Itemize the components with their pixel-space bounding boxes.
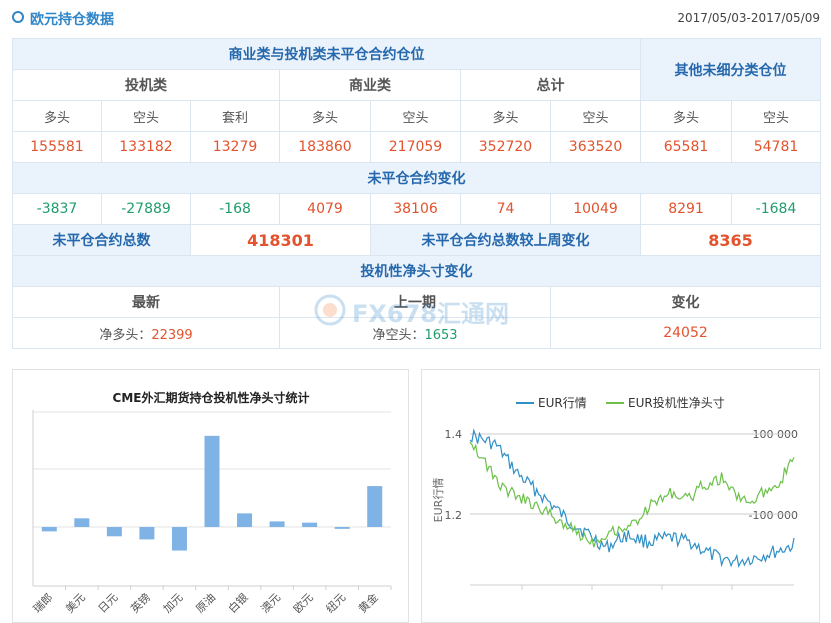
bar [204,435,220,527]
right-tick-label: -100 000 [749,509,798,522]
col-long: 多头 [12,100,102,132]
net-latest-cell: 净多头：22399 [12,317,280,349]
change-cell: -168 [190,193,280,225]
net-latest-value: 22399 [151,327,193,343]
other-title: 其他未细分类仓位 [640,38,822,101]
change-cell: -27889 [101,193,191,225]
legend-eur-label: EUR行情 [538,396,587,410]
x-tick-label: 白银 [225,590,250,615]
net-change-value: 24052 [549,317,822,349]
change-cell: 8291 [640,193,733,225]
bar [302,522,318,527]
x-tick-label: 澳元 [258,591,283,616]
bar [171,527,187,551]
eur-net-position-line [469,441,795,548]
line-chart-panel: EUR行情 EUR投机性净头寸 EUR行情 1.4 1.2 100 000 -1… [421,369,820,623]
bar [367,486,383,527]
bar [106,527,122,537]
net-prev-cell: 净空头：1653 [279,317,551,349]
col-short: 空头 [731,100,822,132]
position-table: 商业类与投机类未平仓合约仓位 其他未细分类仓位 投机类 商业类 总计 多头 空头… [11,38,822,349]
total-header: 总计 [459,69,642,101]
oi-change-value: 8365 [640,224,822,256]
bar-chart-panel: CME外汇期货持仓投机性净头寸统计 瑞郎 美元 日元 英镑 加元 原油 白银 澳元 欧元 纽元 黄金 [12,369,409,623]
oi-total-label: 未平仓合约总数 [12,224,191,256]
spec-header: 投机类 [12,69,280,101]
date-range: 2017/05/03-2017/05/09 [677,11,820,25]
bar [139,527,155,540]
col-short: 空头 [549,100,642,132]
legend-net-label: EUR投机性净头寸 [628,395,725,410]
subheader-row: 多头 空头 套利 多头 空头 多头 空头 多头 空头 [12,100,822,132]
bar [41,527,57,532]
value-cell: 54781 [731,131,822,163]
values-row: 155581 133182 13279 183860 217059 352720… [12,131,822,163]
bar-chart-title: CME外汇期货持仓投机性净头寸统计 [113,390,310,405]
value-cell: 13279 [190,131,280,163]
left-tick-label: 1.2 [445,509,463,522]
change-cell: 74 [460,193,551,225]
x-tick-label: 黄金 [355,590,380,615]
comm-header: 商业类 [279,69,461,101]
col-spread: 套利 [190,100,280,132]
value-cell: 217059 [370,131,461,163]
value-cell: 65581 [640,131,733,163]
left-tick-label: 1.4 [445,428,463,441]
change-cell: 4079 [279,193,371,225]
oi-change-label: 未平仓合约总数较上周变化 [369,224,642,256]
change-cell: 10049 [549,193,642,225]
bar [237,513,253,527]
net-latest-prefix: 净多头： [99,327,152,343]
value-cell: 183860 [279,131,371,163]
oi-total-value: 418301 [190,224,371,256]
bar-chart: CME外汇期货持仓投机性净头寸统计 瑞郎 美元 日元 英镑 加元 原油 白银 澳元 欧元 纽元 黄金 [30,390,392,616]
col-long: 多头 [640,100,733,132]
change-cell: -1684 [731,193,822,225]
x-tick-label: 日元 [96,591,121,616]
value-cell: 352720 [460,131,551,163]
bar [334,527,350,529]
circle-icon [12,11,24,23]
changes-row: -3837 -27889 -168 4079 38106 74 10049 82… [12,193,822,225]
value-cell: 155581 [12,131,102,163]
col-short: 空头 [101,100,191,132]
value-cell: 133182 [101,131,191,163]
x-tick-label: 原油 [193,590,218,615]
net-prev-prefix: 净空头： [372,327,425,343]
col-long: 多头 [460,100,551,132]
x-tick-label: 欧元 [291,591,316,616]
x-tick-label: 英镑 [128,590,153,615]
change-cell: -3837 [12,193,102,225]
x-tick-label: 加元 [161,591,186,616]
net-title: 投机性净头寸变化 [11,255,822,287]
x-tick-label: 美元 [63,591,88,616]
net-latest-label: 最新 [12,286,280,318]
change-cell: 38106 [370,193,461,225]
bar [269,521,285,527]
value-cell: 363520 [549,131,642,163]
group-title: 商业类与投机类未平仓合约仓位 [11,38,642,70]
col-long: 多头 [279,100,371,132]
page-header: 欧元持仓数据 2017/05/03-2017/05/09 [12,0,820,36]
line-y-axis-label: EUR行情 [432,478,445,523]
x-tick-label: 纽元 [323,590,348,615]
x-tick-label: 瑞郎 [30,590,55,615]
col-short: 空头 [370,100,461,132]
net-change-label: 变化 [549,286,822,318]
change-title: 未平仓合约变化 [11,162,822,194]
line-chart: EUR行情 EUR投机性净头寸 EUR行情 1.4 1.2 100 000 -1… [432,395,798,590]
bar [74,518,90,527]
net-prev-value: 1653 [424,327,458,343]
net-prev-label: 上一期 [279,286,551,318]
page-title: 欧元持仓数据 [30,12,114,28]
